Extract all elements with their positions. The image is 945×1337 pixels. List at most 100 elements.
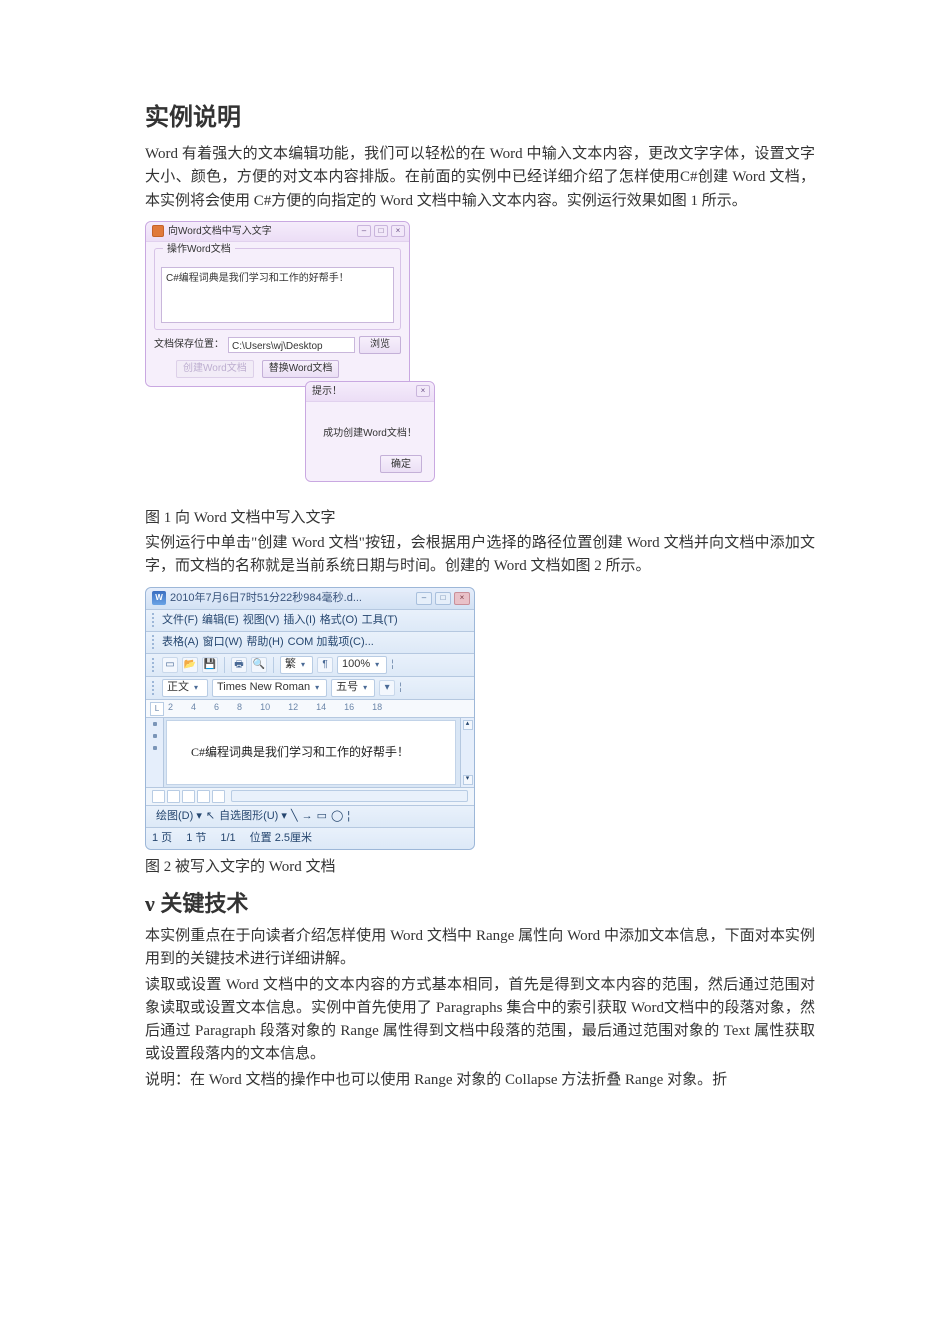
word-titlebar[interactable]: 2010年7月6日7时51分22秒984毫秒.d... – □ × (146, 588, 474, 610)
app-titlebar[interactable]: 向Word文档中写入文字 – □ × (146, 222, 409, 242)
app-title: 向Word文档中写入文字 (168, 224, 357, 240)
autoshapes-menu[interactable]: 自选图形(U) ▾ (219, 808, 287, 825)
toolbar-overflow-icon[interactable]: ¦ (399, 680, 402, 696)
minimize-button[interactable]: – (357, 225, 371, 237)
vertical-ruler (146, 718, 164, 787)
word-drawing-toolbar[interactable]: 绘图(D) ▾ ↖ 自选图形(U) ▾ ╲ → ▭ ◯ ¦ (146, 806, 474, 828)
word-title: 2010年7月6日7时51分22秒984毫秒.d... (170, 590, 416, 607)
menu-com-addins[interactable]: COM 加载项(C)... (288, 634, 374, 651)
scroll-up-icon[interactable]: ▴ (463, 720, 473, 730)
msg-text: 成功创建Word文档！ (314, 426, 426, 442)
menubar-handle-icon[interactable] (152, 613, 156, 627)
scroll-down-icon[interactable]: ▾ (463, 775, 473, 785)
new-doc-icon[interactable]: ▭ (162, 657, 178, 673)
menu-help[interactable]: 帮助(H) (246, 634, 283, 651)
pointer-icon[interactable]: ↖ (206, 808, 215, 825)
word-view-row[interactable] (146, 788, 474, 806)
style-select[interactable]: 正文▾ (162, 679, 208, 697)
menubar-handle-icon[interactable] (152, 635, 156, 649)
word-icon (152, 591, 166, 605)
word-minimize-button[interactable]: – (416, 592, 432, 605)
app-icon (152, 225, 164, 237)
ruler-mark: 8 (237, 701, 242, 715)
word-close-button[interactable]: × (454, 592, 470, 605)
font-size-select[interactable]: 五号▾ (331, 679, 375, 697)
menu-tools[interactable]: 工具(T) (362, 612, 398, 629)
document-text: C#编程词典是我们学习和工作的好帮手！ (191, 743, 409, 762)
ruler-mark: 18 (372, 701, 382, 715)
browse-button[interactable]: 浏览 (359, 336, 401, 354)
oval-icon[interactable]: ◯ (331, 808, 343, 825)
group-operate-word: 操作Word文档 C#编程词典是我们学习和工作的好帮手！ (154, 248, 401, 330)
status-position: 位置 2.5厘米 (250, 830, 312, 847)
ruler-mark: 2 (168, 701, 173, 715)
view-web-icon[interactable] (167, 790, 180, 803)
path-label: 文档保存位置： (154, 337, 224, 353)
msg-ok-button[interactable]: 确定 (380, 455, 422, 473)
preview-icon[interactable]: 🔍 (251, 657, 267, 673)
toolbar-handle-icon[interactable] (152, 658, 156, 672)
separator-icon (273, 657, 274, 673)
rect-icon[interactable]: ▭ (317, 808, 327, 825)
ruler-mark: 6 (214, 701, 219, 715)
open-icon[interactable]: 📂 (182, 657, 198, 673)
toolbar-overflow-icon[interactable]: ¦ (347, 808, 350, 825)
menu-insert[interactable]: 插入(I) (283, 612, 315, 629)
paragraph-mark-icon[interactable]: ¶ (317, 657, 333, 673)
toolbar-overflow-icon[interactable]: ¦ (391, 657, 394, 673)
draw-menu[interactable]: 绘图(D) ▾ (156, 808, 202, 825)
view-normal-icon[interactable] (152, 790, 165, 803)
line-icon[interactable]: ╲ (291, 808, 298, 825)
word-window: 2010年7月6日7时51分22秒984毫秒.d... – □ × 文件(F) … (145, 587, 475, 850)
menu-table[interactable]: 表格(A) (162, 634, 199, 651)
menu-file[interactable]: 文件(F) (162, 612, 198, 629)
word-statusbar: 1 页 1 节 1/1 位置 2.5厘米 (146, 828, 474, 849)
keytech-para-3: 说明：在 Word 文档的操作中也可以使用 Range 对象的 Collapse… (145, 1069, 815, 1092)
vertical-scrollbar[interactable]: ▴▾ (460, 718, 474, 787)
document-paper[interactable]: C#编程词典是我们学习和工作的好帮手！ (166, 720, 456, 785)
zoom-select[interactable]: 100%▾ (337, 656, 387, 674)
figure-1-caption: 图 1 向 Word 文档中写入文字 (145, 507, 815, 530)
msg-close-button[interactable]: × (416, 385, 430, 397)
print-icon[interactable]: 🖶 (231, 657, 247, 673)
save-path-row: 文档保存位置： C:\Users\wj\Desktop 浏览 (154, 336, 401, 354)
menu-view[interactable]: 视图(V) (243, 612, 280, 629)
ruler-mark: 16 (344, 701, 354, 715)
word-ruler[interactable]: L 2 4 6 8 10 12 14 16 18 (146, 700, 474, 718)
menu-edit[interactable]: 编辑(E) (202, 612, 239, 629)
path-input[interactable]: C:\Users\wj\Desktop (228, 337, 355, 353)
figure-1: 向Word文档中写入文字 – □ × 操作Word文档 C#编程词典是我们学习和… (145, 221, 455, 501)
separator-icon (224, 657, 225, 673)
maximize-button[interactable]: □ (374, 225, 388, 237)
traditional-toggle[interactable]: 繁▾ (280, 656, 313, 674)
font-select[interactable]: Times New Roman▾ (212, 679, 327, 697)
ruler-mark: 12 (288, 701, 298, 715)
view-outline-icon[interactable] (197, 790, 210, 803)
word-maximize-button[interactable]: □ (435, 592, 451, 605)
save-icon[interactable]: 💾 (202, 657, 218, 673)
word-standard-toolbar[interactable]: ▭ 📂 💾 🖶 🔍 繁▾ ¶ 100%▾ ¦ (146, 654, 474, 677)
msg-titlebar[interactable]: 提示！ × (306, 382, 434, 402)
menu-window[interactable]: 窗口(W) (203, 634, 243, 651)
ruler-mark: 4 (191, 701, 196, 715)
app-window: 向Word文档中写入文字 – □ × 操作Word文档 C#编程词典是我们学习和… (145, 221, 410, 387)
view-print-icon[interactable] (182, 790, 195, 803)
menu-format[interactable]: 格式(O) (320, 612, 358, 629)
more-format-icon[interactable]: ▾ (379, 680, 395, 696)
replace-word-button[interactable]: 替换Word文档 (262, 360, 340, 378)
view-reading-icon[interactable] (212, 790, 225, 803)
group-legend: 操作Word文档 (163, 242, 235, 258)
content-textarea[interactable]: C#编程词典是我们学习和工作的好帮手！ (161, 267, 394, 323)
para-after-fig1: 实例运行中单击"创建 Word 文档"按钮，会根据用户选择的路径位置创建 Wor… (145, 532, 815, 579)
word-menubar-1[interactable]: 文件(F) 编辑(E) 视图(V) 插入(I) 格式(O) 工具(T) (146, 610, 474, 632)
horizontal-scrollbar[interactable] (231, 790, 468, 802)
word-formatting-toolbar[interactable]: 正文▾ Times New Roman▾ 五号▾ ▾ ¦ (146, 677, 474, 700)
toolbar-handle-icon[interactable] (152, 681, 156, 695)
close-button[interactable]: × (391, 225, 405, 237)
word-document-area[interactable]: C#编程词典是我们学习和工作的好帮手！ ▴▾ (146, 718, 474, 788)
tab-selector-icon[interactable]: L (150, 702, 164, 716)
word-menubar-2[interactable]: 表格(A) 窗口(W) 帮助(H) COM 加载项(C)... (146, 632, 474, 654)
messagebox: 提示！ × 成功创建Word文档！ 确定 (305, 381, 435, 483)
msg-title: 提示！ (312, 384, 416, 400)
arrow-icon[interactable]: → (302, 808, 313, 825)
